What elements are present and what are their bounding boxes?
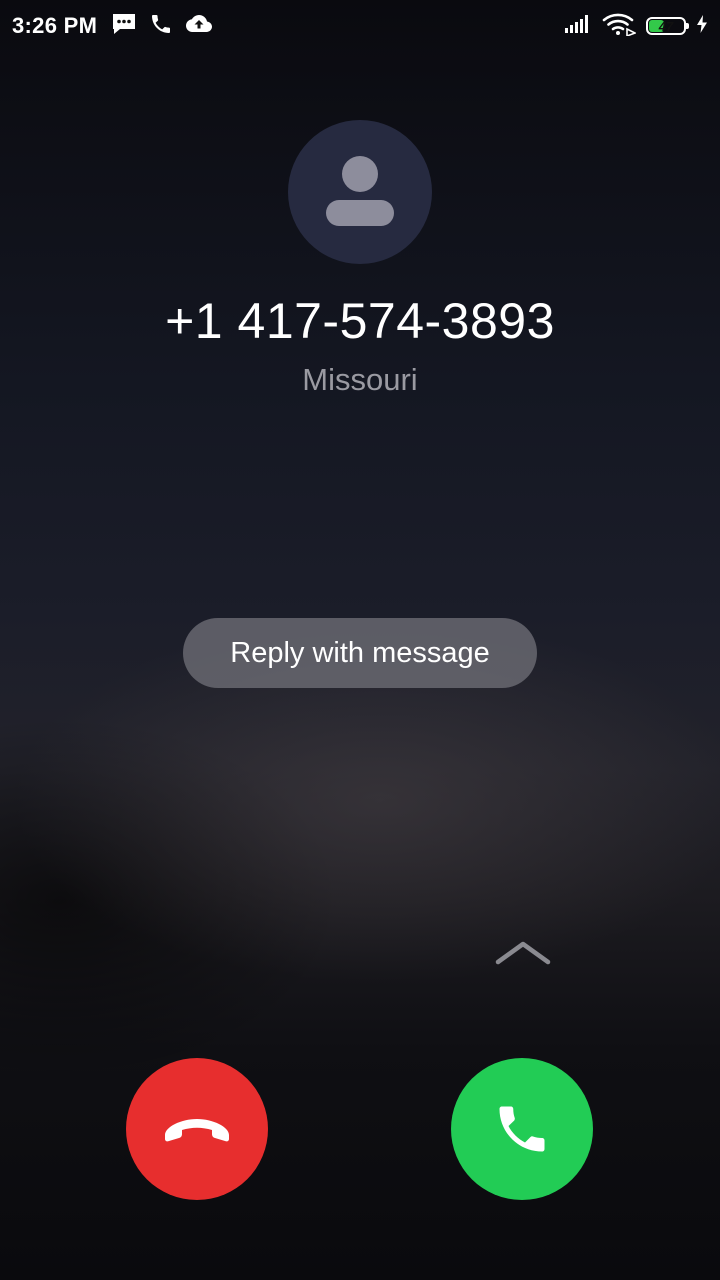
signal-icon bbox=[564, 14, 592, 39]
caller-number: +1 417-574-3893 bbox=[165, 293, 555, 349]
decline-call-button[interactable] bbox=[126, 1058, 268, 1200]
answer-call-button[interactable] bbox=[451, 1058, 593, 1200]
charging-icon bbox=[696, 14, 708, 39]
battery-icon: 47 bbox=[646, 17, 689, 35]
incoming-call-screen: 3:26 PM 47 +1 417-574-3893 Missouri Repl… bbox=[0, 0, 720, 1280]
phone-icon bbox=[149, 12, 173, 41]
battery-percentage: 47 bbox=[658, 18, 674, 34]
cloud-upload-icon bbox=[185, 13, 213, 40]
status-time: 3:26 PM bbox=[12, 13, 98, 38]
notification-icons bbox=[111, 12, 213, 41]
message-icon bbox=[111, 12, 137, 41]
caller-location: Missouri bbox=[302, 362, 418, 397]
phone-answer-icon bbox=[499, 1106, 545, 1152]
chevron-up-icon bbox=[494, 938, 552, 968]
system-icons: 47 bbox=[564, 12, 708, 41]
person-icon bbox=[326, 156, 394, 226]
reply-with-message-button[interactable]: Reply with message bbox=[183, 618, 537, 688]
caller-avatar bbox=[288, 120, 432, 264]
status-bar: 3:26 PM 47 bbox=[0, 0, 720, 52]
wifi-icon bbox=[602, 12, 637, 41]
hang-up-icon bbox=[165, 1119, 229, 1142]
